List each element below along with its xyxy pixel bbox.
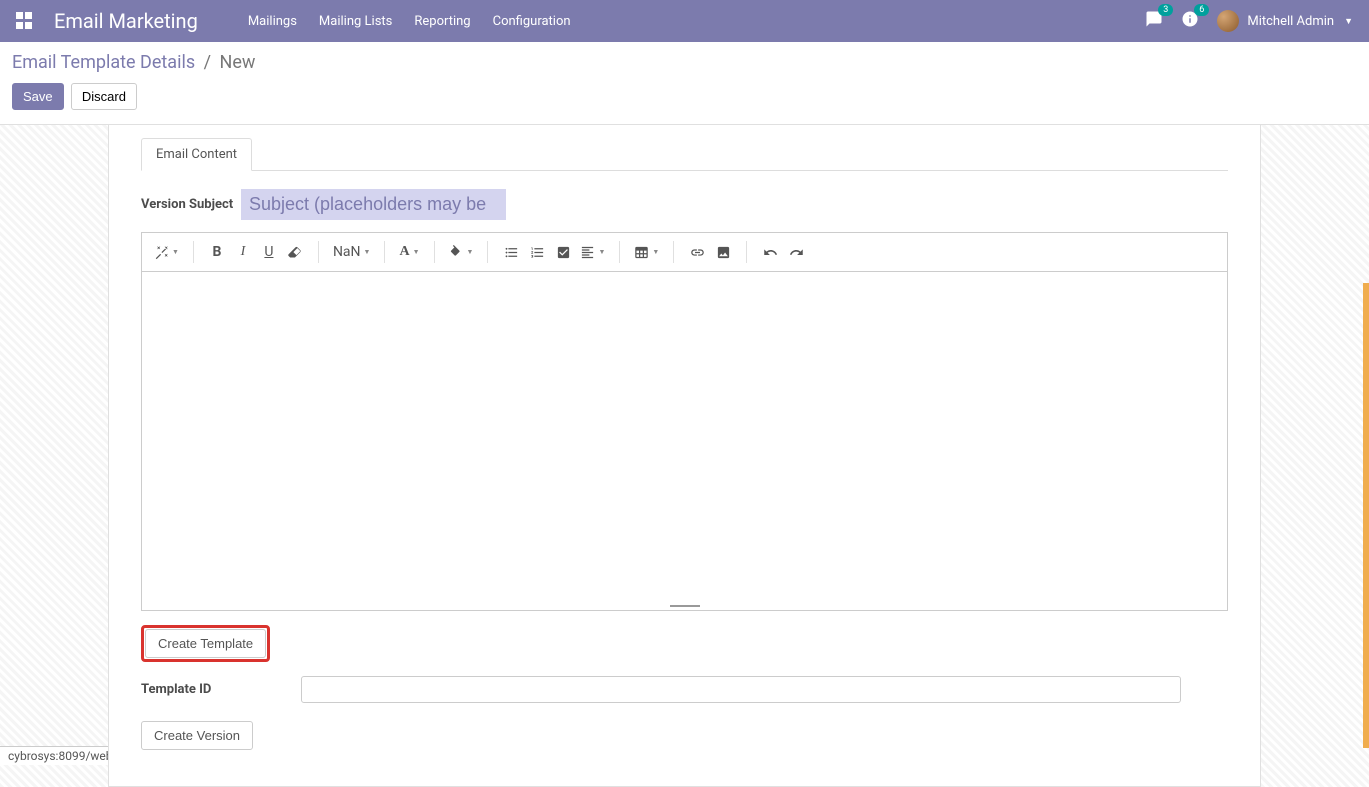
breadcrumb-sep: / <box>200 52 215 73</box>
label-template-id: Template ID <box>141 682 301 697</box>
user-name: Mitchell Admin <box>1247 14 1334 29</box>
messages-icon[interactable]: 3 <box>1145 10 1163 32</box>
breadcrumb: Email Template Details / New <box>12 52 1357 73</box>
rich-text-editor: B I U NaN A <box>141 232 1228 611</box>
form-view: Email Content Version Subject B I U <box>0 125 1369 787</box>
breadcrumb-parent[interactable]: Email Template Details <box>12 52 195 73</box>
cp-buttons: Save Discard <box>12 83 1357 110</box>
magic-icon[interactable] <box>150 239 183 265</box>
bold-icon[interactable]: B <box>204 239 230 265</box>
underline-icon[interactable]: U <box>256 239 282 265</box>
align-icon[interactable] <box>576 239 609 265</box>
user-menu[interactable]: Mitchell Admin ▼ <box>1217 10 1353 32</box>
label-version-subject: Version Subject <box>141 197 241 212</box>
avatar <box>1217 10 1239 32</box>
font-color-icon[interactable]: A <box>395 239 423 265</box>
highlight-annotation: Create Template <box>141 625 270 662</box>
image-icon[interactable] <box>710 239 736 265</box>
eraser-icon[interactable] <box>282 239 308 265</box>
editor-body[interactable] <box>142 272 1227 602</box>
form-sheet: Email Content Version Subject B I U <box>108 125 1261 787</box>
bg-color-icon[interactable] <box>445 239 478 265</box>
row-version-subject: Version Subject <box>141 189 1228 220</box>
app-title[interactable]: Email Marketing <box>54 9 198 33</box>
nav-mailing-lists[interactable]: Mailing Lists <box>319 14 392 29</box>
template-id-input[interactable] <box>301 676 1181 703</box>
create-version-button[interactable]: Create Version <box>141 721 253 750</box>
activities-icon[interactable]: 6 <box>1181 10 1199 32</box>
resize-handle[interactable] <box>142 602 1227 610</box>
editor-toolbar: B I U NaN A <box>142 233 1227 272</box>
discard-button[interactable]: Discard <box>71 83 137 110</box>
annotation-marker <box>1363 283 1369 748</box>
nav: Mailings Mailing Lists Reporting Configu… <box>248 14 571 29</box>
apps-icon[interactable] <box>16 12 34 30</box>
topbar: Email Marketing Mailings Mailing Lists R… <box>0 0 1369 42</box>
caret-down-icon: ▼ <box>1344 16 1353 27</box>
tabs: Email Content <box>141 137 1228 171</box>
italic-icon[interactable]: I <box>230 239 256 265</box>
font-size-dropdown[interactable]: NaN <box>329 239 375 265</box>
link-icon[interactable] <box>684 239 710 265</box>
nav-configuration[interactable]: Configuration <box>493 14 571 29</box>
subject-input[interactable] <box>241 189 506 220</box>
bg-left <box>0 125 108 787</box>
table-icon[interactable] <box>630 239 663 265</box>
nav-reporting[interactable]: Reporting <box>414 14 470 29</box>
tab-email-content[interactable]: Email Content <box>141 138 252 171</box>
save-button[interactable]: Save <box>12 83 64 110</box>
control-panel: Email Template Details / New Save Discar… <box>0 42 1369 125</box>
nav-mailings[interactable]: Mailings <box>248 14 297 29</box>
activities-badge: 6 <box>1194 4 1209 16</box>
list-ul-icon[interactable] <box>498 239 524 265</box>
messages-badge: 3 <box>1158 4 1173 16</box>
breadcrumb-current: New <box>220 52 256 73</box>
undo-icon[interactable] <box>757 239 783 265</box>
redo-icon[interactable] <box>783 239 809 265</box>
sys-icons: 3 6 Mitchell Admin ▼ <box>1145 10 1353 32</box>
create-template-button[interactable]: Create Template <box>145 629 266 658</box>
list-ol-icon[interactable] <box>524 239 550 265</box>
bg-right <box>1261 125 1369 787</box>
checklist-icon[interactable] <box>550 239 576 265</box>
row-template-id: Template ID <box>141 676 1228 703</box>
